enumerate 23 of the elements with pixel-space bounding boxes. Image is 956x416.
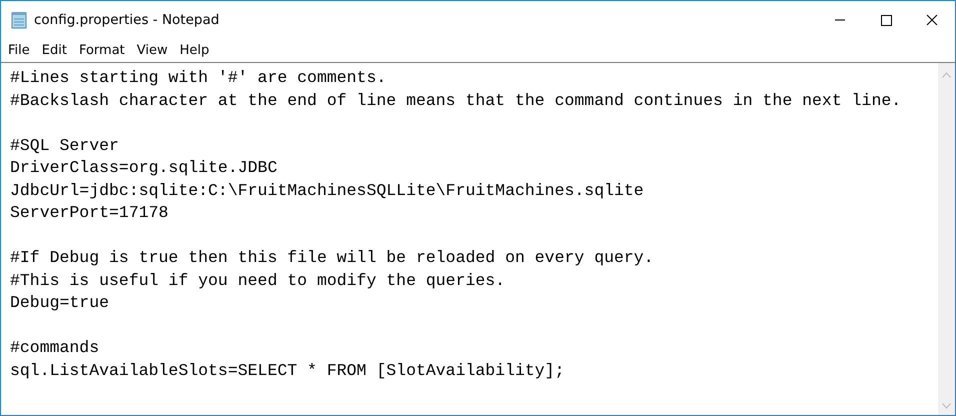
scroll-up-icon[interactable]: [942, 72, 951, 78]
text-line: Debug=true: [10, 292, 110, 314]
text-line: #Backslash character at the end of line means that the command continues in the next line.: [10, 90, 902, 112]
text-line: JdbcUrl=jdbc:sqlite:C:\FruitMachinesSQLLite\FruitMachines.sqlite: [10, 180, 644, 202]
menu-item[interactable]: Help: [174, 40, 216, 60]
menu-item[interactable]: View: [130, 40, 174, 60]
menu-item[interactable]: Format: [72, 40, 131, 60]
text-line: #Lines starting with '#' are comments.: [10, 67, 386, 89]
text-line: #SQL Server: [10, 134, 119, 156]
vertical-scrollbar[interactable]: [938, 63, 955, 415]
close-icon: [926, 14, 938, 26]
text-line: #commands: [10, 337, 100, 359]
window-title: config.properties - Notepad: [34, 12, 220, 28]
menu-item[interactable]: Edit: [36, 40, 73, 60]
text-line: sql.ListAvailableSlots=SELECT * FROM [SlotAvailability];: [10, 360, 564, 382]
notepad-icon: [11, 10, 27, 28]
scroll-down-icon[interactable]: [942, 403, 951, 409]
text-line: #If Debug is true then this file will be reloaded on every query.: [10, 247, 654, 269]
text-line: #This is useful if you need to modify the queries.: [10, 270, 506, 292]
menu-item[interactable]: File: [2, 40, 36, 60]
text-line: ServerPort=17178: [10, 202, 168, 224]
text-line: DriverClass=org.sqlite.JDBC: [10, 157, 278, 179]
maximize-icon: [880, 14, 892, 26]
